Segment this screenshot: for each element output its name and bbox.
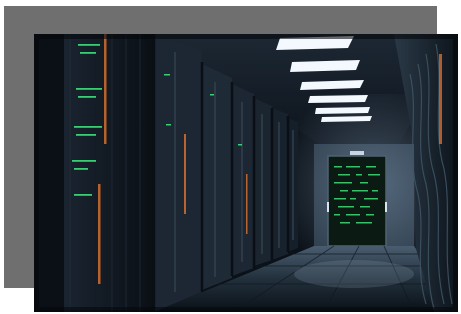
- floor-reflection: [294, 260, 414, 288]
- server-room-photo: [34, 34, 458, 312]
- far-door: [327, 151, 387, 247]
- right-led-strip: [439, 54, 442, 144]
- server-room-illustration: [34, 34, 458, 312]
